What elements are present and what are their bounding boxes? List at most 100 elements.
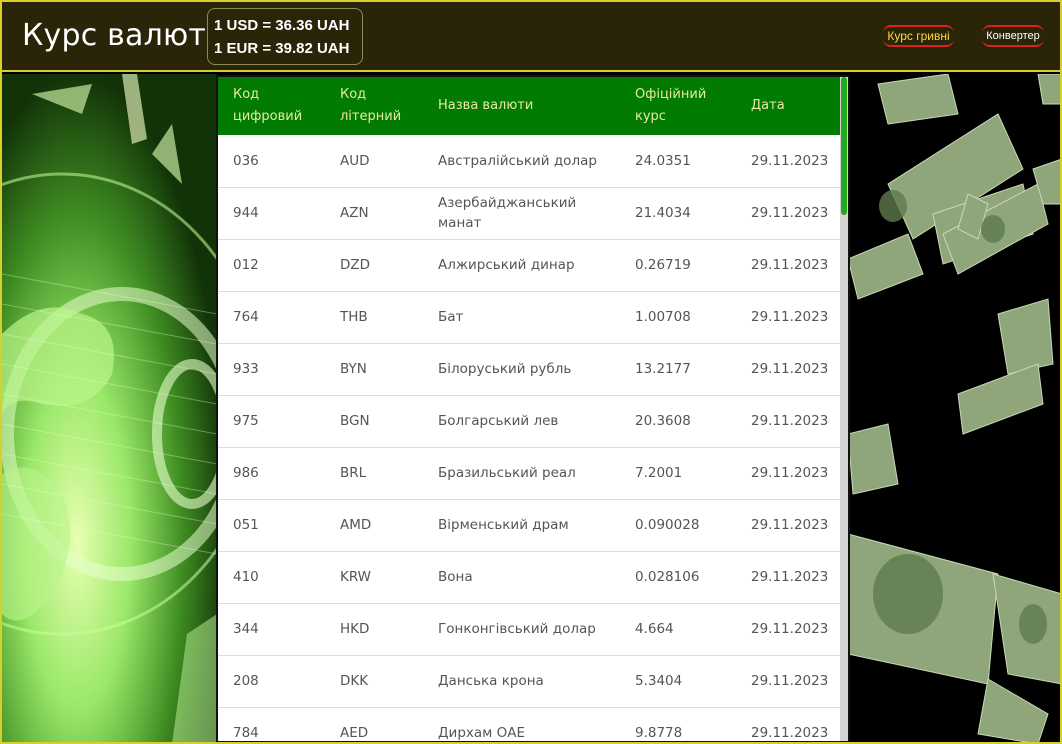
cell-date: 29.11.2023: [751, 465, 829, 481]
cell-date: 29.11.2023: [751, 621, 829, 637]
column-header-line: курс: [635, 109, 666, 124]
cell-letter-code: HKD: [340, 621, 370, 637]
app-frame: Курс валют 1 USD = 36.36 UAH 1 EUR = 39.…: [0, 0, 1062, 744]
currency-table-panel[interactable]: Код цифровий Код літерний Назва валюти О…: [216, 75, 850, 742]
cell-currency-name: Білоруський рубль: [438, 361, 572, 377]
column-header-line: Офіційний: [635, 87, 707, 102]
cell-date: 29.11.2023: [751, 673, 829, 689]
cell-currency-name: Болгарський лев: [438, 413, 559, 429]
table-row[interactable]: 764 THB Бат 1.00708 29.11.2023: [218, 291, 840, 343]
top-header: Курс валют 1 USD = 36.36 UAH 1 EUR = 39.…: [2, 2, 1060, 72]
column-header-official-rate[interactable]: Офіційний курс: [620, 77, 736, 135]
cell-official-rate: 24.0351: [635, 152, 691, 169]
dollar-bills-illustration-icon: [848, 74, 1060, 742]
table-row[interactable]: 036 AUD Австралійський долар 24.0351 29.…: [218, 135, 840, 187]
cell-currency-name: Вона: [438, 569, 473, 585]
cell-currency-name: Бразильський реал: [438, 465, 576, 481]
cell-currency-name: Данська крона: [438, 673, 544, 689]
eur-rate-text: 1 EUR = 39.82 UAH: [214, 40, 350, 57]
cell-official-rate: 0.090028: [635, 517, 700, 533]
table-row[interactable]: 208 DKK Данська крона 5.3404 29.11.2023: [218, 655, 840, 707]
cell-digital-code: 036: [233, 152, 259, 169]
cell-digital-code: 012: [233, 257, 259, 273]
table-row[interactable]: 344 HKD Гонконгівський долар 4.664 29.11…: [218, 603, 840, 655]
cell-letter-code: KRW: [340, 569, 372, 585]
cell-digital-code: 344: [233, 621, 259, 637]
cell-currency-name: Вірменський драм: [438, 517, 569, 533]
column-header-letter-code[interactable]: Код літерний: [325, 77, 423, 135]
column-header-line: Код: [340, 87, 367, 102]
cell-date: 29.11.2023: [751, 569, 829, 585]
cell-official-rate: 5.3404: [635, 673, 683, 689]
cell-official-rate: 21.4034: [635, 205, 691, 221]
dollars-background-image: [848, 74, 1060, 742]
column-header-line: Назва валюти: [438, 98, 534, 113]
cell-date: 29.11.2023: [751, 257, 829, 273]
currency-rates-table: Код цифровий Код літерний Назва валюти О…: [218, 77, 840, 741]
cell-date: 29.11.2023: [751, 309, 829, 325]
cell-letter-code: BRL: [340, 465, 367, 481]
nav-hryvnia-rate-button[interactable]: Курс гривні: [883, 25, 954, 47]
cell-official-rate: 1.00708: [635, 309, 691, 325]
column-header-date[interactable]: Дата: [736, 77, 840, 135]
cell-official-rate: 7.2001: [635, 465, 683, 481]
cell-letter-code: AMD: [340, 517, 372, 533]
column-header-line: Дата: [751, 98, 785, 113]
table-row[interactable]: 051 AMD Вірменський драм 0.090028 29.11.…: [218, 499, 840, 551]
cell-letter-code: THB: [340, 309, 368, 325]
cell-date: 29.11.2023: [751, 517, 829, 533]
globe-background-image: [2, 74, 217, 742]
table-row[interactable]: 986 BRL Бразильський реал 7.2001 29.11.2…: [218, 447, 840, 499]
cell-official-rate: 20.3608: [635, 413, 691, 429]
cell-currency-name: Алжирський динар: [438, 257, 575, 273]
cell-digital-code: 944: [233, 205, 259, 221]
table-row[interactable]: 933 BYN Білоруський рубль 13.2177 29.11.…: [218, 343, 840, 395]
column-header-currency-name[interactable]: Назва валюти: [423, 77, 620, 135]
cell-letter-code: AUD: [340, 152, 370, 169]
table-scrollbar[interactable]: [840, 77, 848, 741]
table-row[interactable]: 944 AZN Азербайджанський манат 21.4034 2…: [218, 187, 840, 239]
table-header-row: Код цифровий Код літерний Назва валюти О…: [218, 77, 840, 135]
exchange-rates-summary: 1 USD = 36.36 UAH 1 EUR = 39.82 UAH: [207, 8, 363, 65]
cell-digital-code: 208: [233, 673, 259, 689]
cell-currency-name: Дирхам ОАЕ: [438, 725, 526, 741]
table-row[interactable]: 975 BGN Болгарський лев 20.3608 29.11.20…: [218, 395, 840, 447]
cell-official-rate: 4.664: [635, 621, 674, 637]
cell-date: 29.11.2023: [751, 361, 829, 377]
cell-digital-code: 784: [233, 725, 259, 741]
table-row[interactable]: 410 KRW Вона 0.028106 29.11.2023: [218, 551, 840, 603]
cell-date: 29.11.2023: [751, 413, 829, 429]
usd-rate-text: 1 USD = 36.36 UAH: [214, 17, 350, 34]
cell-digital-code: 933: [233, 361, 259, 377]
cell-letter-code: AED: [340, 725, 369, 741]
cell-letter-code: DZD: [340, 257, 371, 273]
cell-letter-code: BGN: [340, 413, 370, 429]
cell-digital-code: 975: [233, 413, 259, 429]
globe-illustration-icon: [2, 74, 217, 742]
page-title: Курс валют: [22, 18, 207, 53]
cell-date: 29.11.2023: [751, 152, 829, 169]
cell-official-rate: 13.2177: [635, 361, 691, 377]
column-header-digital-code[interactable]: Код цифровий: [218, 77, 325, 135]
cell-currency-name: Бат: [438, 309, 464, 325]
cell-official-rate: 0.028106: [635, 569, 700, 585]
cell-currency-name: Гонконгівський долар: [438, 621, 596, 637]
cell-letter-code: AZN: [340, 205, 369, 221]
table-row[interactable]: 784 AED Дирхам ОАЕ 9.8778 29.11.2023: [218, 707, 840, 741]
table-row[interactable]: 012 DZD Алжирський динар 0.26719 29.11.2…: [218, 239, 840, 291]
cell-digital-code: 051: [233, 517, 259, 533]
cell-digital-code: 986: [233, 465, 259, 481]
cell-digital-code: 410: [233, 569, 259, 585]
column-header-line: літерний: [340, 109, 402, 124]
cell-letter-code: BYN: [340, 361, 367, 377]
column-header-line: цифровий: [233, 109, 303, 124]
cell-official-rate: 9.8778: [635, 725, 683, 741]
nav-converter-button[interactable]: Конвертер: [982, 25, 1044, 47]
cell-currency-name: Австралійський долар: [438, 152, 597, 169]
column-header-line: Код: [233, 87, 260, 102]
cell-date: 29.11.2023: [751, 205, 829, 221]
table-scrollbar-thumb[interactable]: [841, 77, 847, 215]
cell-official-rate: 0.26719: [635, 257, 691, 273]
cell-letter-code: DKK: [340, 673, 369, 689]
cell-currency-name: Азербайджанський манат: [438, 195, 577, 231]
